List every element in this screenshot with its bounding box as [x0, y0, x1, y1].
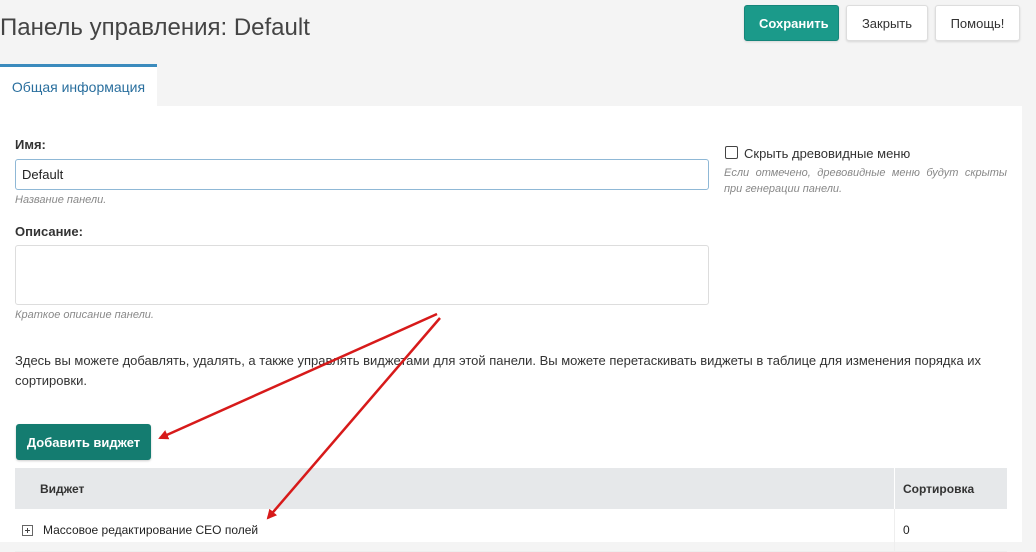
- expand-plus-icon[interactable]: [21, 524, 33, 536]
- hide-tree-menus-hint: Если отмечено, древовидные меню будут ск…: [724, 167, 1007, 195]
- name-hint: Название панели.: [15, 194, 107, 206]
- page-title: Панель управления: Default: [0, 14, 310, 41]
- sort-order-cell: 0: [894, 509, 1007, 551]
- name-label: Имя:: [15, 137, 46, 152]
- expand-column-header: [15, 468, 33, 509]
- description-hint: Краткое описание панели.: [15, 309, 154, 321]
- widgets-table: Виджет Сортировка Массовое редактировани…: [15, 468, 1007, 552]
- table-header: Виджет Сортировка: [15, 468, 1007, 509]
- name-input[interactable]: [15, 159, 709, 190]
- description-label: Описание:: [15, 224, 83, 239]
- hide-tree-menus-checkbox[interactable]: [725, 146, 738, 159]
- help-button[interactable]: Помощь!: [935, 5, 1020, 41]
- hide-tree-menus-label[interactable]: Скрыть древовидные меню: [744, 146, 910, 161]
- widget-column-header[interactable]: Виджет: [33, 468, 894, 509]
- sort-column-header[interactable]: Сортировка: [894, 468, 1007, 509]
- tab-general-info[interactable]: Общая информация: [0, 64, 157, 106]
- table-row[interactable]: Массовое редактирование СЕО полей 0: [15, 509, 1007, 552]
- add-widget-button[interactable]: Добавить виджет: [16, 424, 151, 460]
- expand-cell: [15, 509, 39, 551]
- general-info-panel: Имя: Название панели. Описание: Краткое …: [0, 106, 1022, 552]
- description-textarea[interactable]: [15, 245, 709, 305]
- widgets-info-text: Здесь вы можете добавлять, удалять, а та…: [15, 353, 982, 388]
- toolbar: Сохранить Закрыть Помощь!: [744, 5, 1020, 41]
- close-button[interactable]: Закрыть: [846, 5, 928, 41]
- widget-name-cell[interactable]: Массовое редактирование СЕО полей: [39, 509, 894, 551]
- save-button[interactable]: Сохранить: [744, 5, 839, 41]
